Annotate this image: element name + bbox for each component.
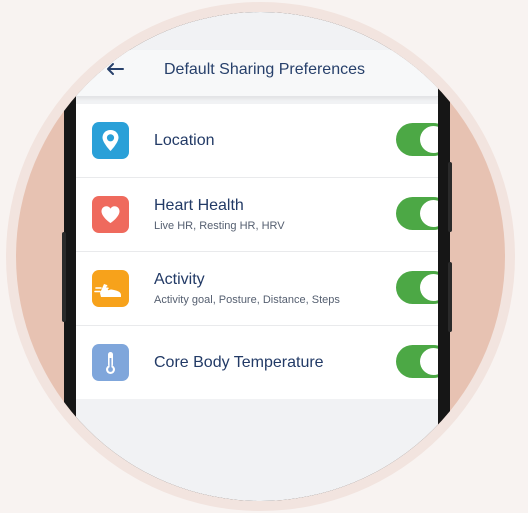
page-title: Default Sharing Preferences bbox=[164, 61, 365, 78]
header-bar: Default Sharing Preferences bbox=[76, 50, 438, 97]
thermometer-icon bbox=[92, 344, 129, 381]
list-item-core-body-temperature: Core Body Temperature bbox=[76, 326, 438, 399]
row-title: Core Body Temperature bbox=[154, 353, 324, 371]
row-title: Location bbox=[154, 131, 215, 149]
list-item-activity: Activity Activity goal, Posture, Distanc… bbox=[76, 252, 438, 326]
preferences-list: Location Heart Health Live HR, Resting H… bbox=[76, 104, 438, 399]
row-title: Activity bbox=[154, 271, 205, 288]
arrow-left-icon[interactable] bbox=[104, 58, 126, 80]
list-item-heart-health: Heart Health Live HR, Resting HR, HRV bbox=[76, 178, 438, 252]
app-screen: Default Sharing Preferences Location Hea… bbox=[76, 12, 438, 501]
heart-health-toggle[interactable] bbox=[396, 197, 438, 230]
row-title: Heart Health bbox=[154, 197, 244, 214]
running-shoe-icon bbox=[92, 270, 129, 307]
location-pin-icon bbox=[92, 122, 129, 159]
list-item-location: Location bbox=[76, 104, 438, 178]
row-subtitle: Live HR, Resting HR, HRV bbox=[154, 220, 285, 232]
activity-toggle[interactable] bbox=[396, 271, 438, 304]
heart-icon bbox=[92, 196, 129, 233]
core-body-temperature-toggle[interactable] bbox=[396, 345, 438, 378]
location-toggle[interactable] bbox=[396, 123, 438, 156]
decorative-inner-circle: Default Sharing Preferences Location Hea… bbox=[16, 12, 505, 501]
row-subtitle: Activity goal, Posture, Distance, Steps bbox=[154, 294, 340, 306]
